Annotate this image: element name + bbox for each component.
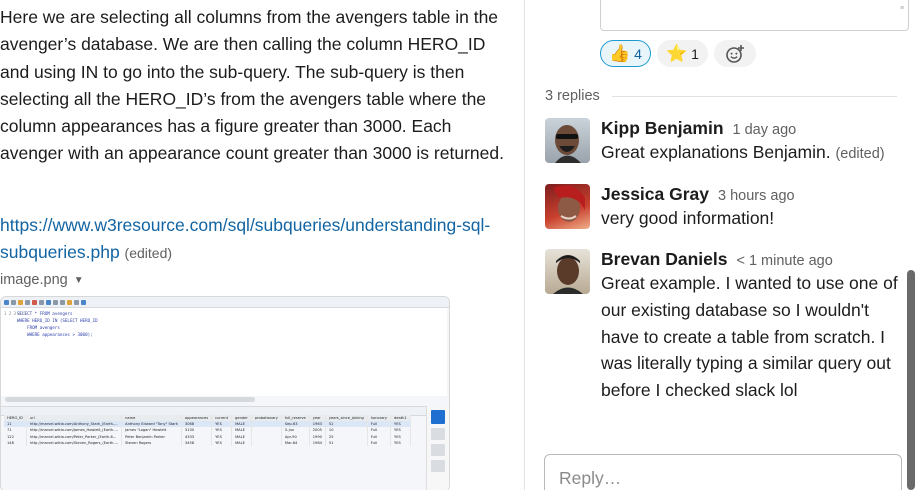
author-name[interactable]: Brevan Daniels [601,249,727,270]
table-cell: 51 [325,439,368,446]
reaction-star[interactable]: ⭐ 1 [656,40,708,67]
reactions-bar: 👍 4 ⭐ 1 [600,40,756,67]
chevron-down-icon[interactable]: ▼ [74,275,84,286]
preview-toolbar [1,297,449,308]
thumbs-up-icon: 👍 [609,43,631,63]
thread-panel: ⌃ ≡ 👍 4 ⭐ 1 3 replies Kipp Benjamin 1 da… [525,0,915,490]
table-cell: http://marvel.wikia.com/Steven_Rogers_(E… [26,439,123,446]
reply-input[interactable] [545,455,873,490]
author-name[interactable]: Kipp Benjamin [601,118,724,139]
edited-label: (edited) [124,245,173,261]
thread-scrollbar[interactable] [907,270,915,490]
attachment-image[interactable]: 1 2 3 4 5 SELECT * FROM avengers WHERE H… [0,296,450,490]
add-reaction-button[interactable] [713,40,756,67]
avatar[interactable] [545,249,590,294]
add-emoji-icon [726,44,744,63]
attachment-name: image.png [0,272,68,288]
previous-textarea[interactable]: ⌃ ≡ [600,0,909,31]
table-row: 148 http://marvel.wikia.com/Steven_Rogers… [4,439,411,446]
reaction-count: 4 [634,45,642,62]
table-cell: 148 [4,439,27,446]
table-cell [251,439,282,446]
table-cell: Steven Rogers [121,439,182,446]
preview-code: SELECT * FROM avengers WHERE HERO_ID IN … [17,311,98,337]
table-cell: 1964 [309,439,326,446]
preview-scrollbar [5,397,255,402]
timestamp[interactable]: 3 hours ago [718,188,795,204]
timestamp[interactable]: 1 day ago [733,122,797,138]
resize-handle-icon[interactable]: ⌃ ≡ [898,0,906,23]
message-text: Here we are selecting all columns from t… [0,7,504,164]
message-link-block: https://www.w3resource.com/sql/subquerie… [0,212,515,267]
preview-side-panel [426,406,449,490]
preview-editor: 1 2 3 4 5 SELECT * FROM avengers WHERE H… [1,308,447,396]
timestamp[interactable]: < 1 minute ago [736,253,832,269]
reaction-thumbs-up[interactable]: 👍 4 [600,40,651,67]
reply-text: Great example. I wanted to use one of ou… [601,273,898,401]
author-name[interactable]: Jessica Gray [601,184,709,205]
preview-result-grid: HERO_ID url name appearances current gender pr… [4,415,411,446]
attachment-header[interactable]: image.png ▼ [0,272,84,288]
replies-divider: 3 replies [545,88,897,104]
avatar-image [555,125,581,163]
reply-text: very good information! [601,208,775,228]
table-cell: Full [367,439,392,446]
table-cell: YES [211,439,233,446]
avatar-image [553,255,583,294]
avatar-image [553,185,585,222]
parent-message: Here we are selecting all columns from t… [0,0,524,490]
reply-text: Great explanations Benjamin. (edited) [601,142,885,162]
table-cell: MALE [231,439,252,446]
message-link[interactable]: https://www.w3resource.com/sql/subquerie… [0,215,490,262]
reply-composer[interactable] [544,454,902,490]
table-cell: 3458 [181,439,213,446]
edited-label: (edited) [835,146,885,162]
avatar[interactable] [545,184,590,229]
replies-count: 3 replies [545,88,600,104]
table-cell: YES [390,439,411,446]
avatar[interactable] [545,118,590,163]
table-cell: Mar-64 [281,439,310,446]
reaction-count: 1 [691,45,699,62]
preview-line-numbers: 1 2 3 4 5 [4,311,26,316]
star-icon: ⭐ [665,43,688,63]
